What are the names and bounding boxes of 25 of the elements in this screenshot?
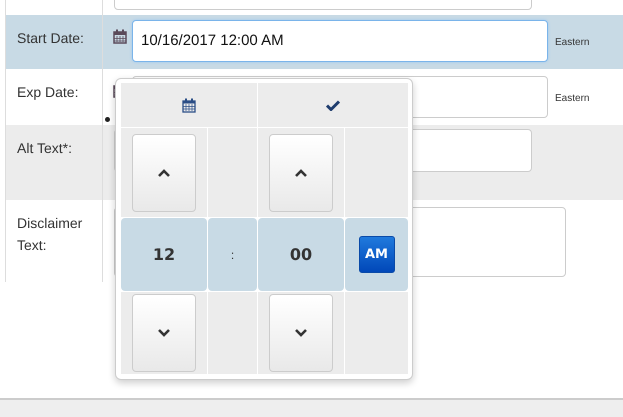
field-label: Start Date: bbox=[17, 30, 84, 46]
field-label: Disclaimer Text: bbox=[17, 215, 82, 253]
chevron-up-icon bbox=[158, 168, 170, 176]
date-field[interactable]: 10/16/2017 12:00 AM bbox=[132, 20, 548, 62]
minute-down-button[interactable] bbox=[269, 294, 333, 372]
confirm-button[interactable] bbox=[258, 83, 408, 127]
field-label: Alt Text*: bbox=[17, 140, 72, 156]
chevron-down-icon bbox=[158, 329, 170, 337]
minute-value: 00 bbox=[290, 244, 312, 266]
minute-up-button[interactable] bbox=[269, 134, 333, 212]
timezone-label: Eastern bbox=[555, 36, 590, 50]
calendar-toggle-button[interactable] bbox=[121, 83, 257, 127]
hour-up-button[interactable] bbox=[132, 134, 196, 212]
chevron-down-icon bbox=[295, 329, 307, 337]
hour-value: 12 bbox=[152, 244, 176, 266]
timezone-label: Eastern bbox=[555, 92, 590, 106]
bullet-icon bbox=[105, 117, 110, 122]
checkmark-icon bbox=[326, 100, 340, 110]
chevron-up-icon bbox=[295, 168, 307, 176]
field-label: Exp Date: bbox=[17, 84, 78, 100]
hour-down-button[interactable] bbox=[132, 294, 196, 372]
calendar-icon bbox=[182, 98, 196, 112]
time-separator: : bbox=[230, 246, 234, 264]
am-pm-toggle[interactable]: AM bbox=[358, 236, 394, 273]
calendar-icon[interactable] bbox=[113, 29, 127, 44]
